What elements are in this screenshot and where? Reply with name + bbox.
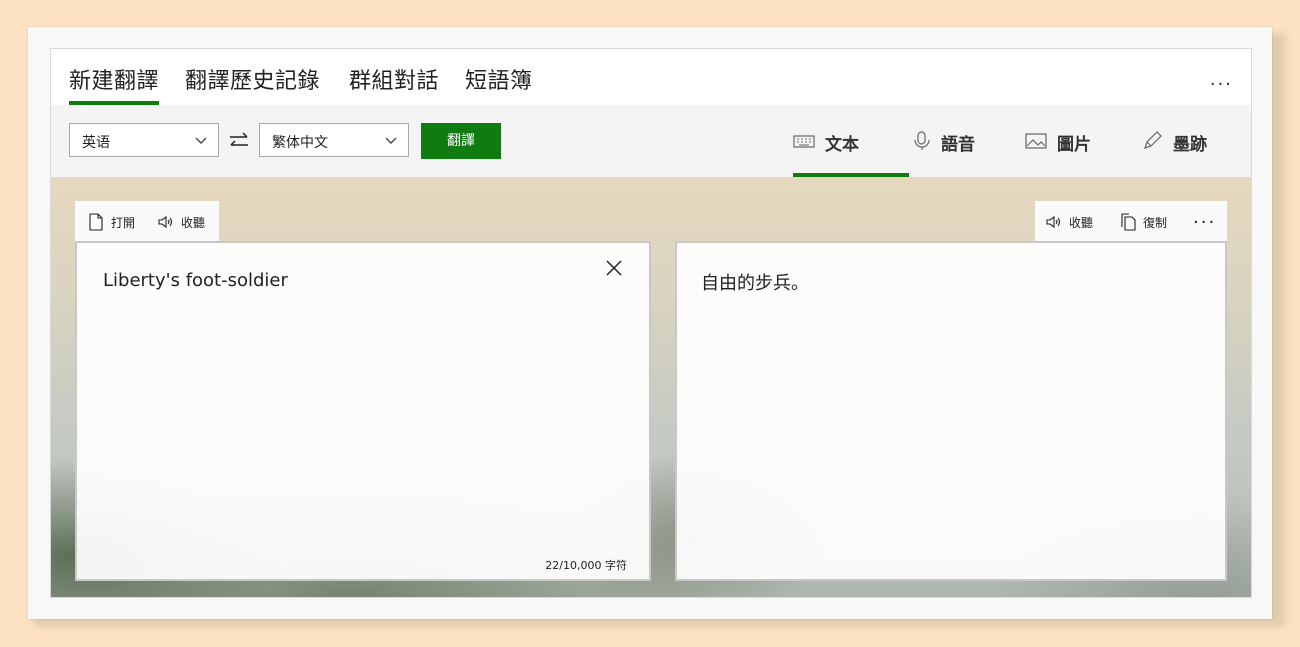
source-listen-button[interactable]: 收聽 <box>157 201 217 241</box>
source-listen-label: 收聽 <box>181 216 206 230</box>
character-count: 22/10,000 字符 <box>545 559 627 572</box>
top-nav: 新建翻譯 翻譯歷史記錄 群組對話 短語簿 ... <box>51 49 1251 105</box>
copy-icon <box>1121 213 1136 231</box>
toolbar: 英语 繁体中文 翻譯 文本 語音 圖片 墨跡 <box>51 105 1251 177</box>
open-file-button[interactable]: 打開 <box>87 201 147 241</box>
mode-text-label: 文本 <box>825 135 859 155</box>
source-text-input[interactable] <box>101 269 585 292</box>
mode-ink-label: 墨跡 <box>1173 135 1207 155</box>
microphone-icon <box>914 131 930 150</box>
chevron-down-icon <box>385 137 397 144</box>
mode-speech[interactable]: 語音 <box>911 105 1011 177</box>
speaker-icon <box>158 215 173 229</box>
translator-app: 新建翻譯 翻譯歷史記錄 群組對話 短語簿 ... 英语 繁体中文 翻譯 文本 語… <box>50 48 1252 598</box>
target-language-value: 繁体中文 <box>272 135 328 151</box>
tab-phrasebook[interactable]: 短語簿 <box>465 63 533 105</box>
source-text-panel: 22/10,000 字符 <box>75 241 651 581</box>
mode-text[interactable]: 文本 <box>793 105 909 177</box>
copy-button[interactable]: 復制 <box>1119 201 1179 241</box>
swap-languages-icon[interactable] <box>227 129 251 153</box>
tab-group-conversation[interactable]: 群組對話 <box>349 63 439 105</box>
file-icon <box>89 213 103 231</box>
source-language-value: 英语 <box>82 135 110 151</box>
target-panel-toolbar: 收聽 復制 ... <box>1035 201 1227 241</box>
image-icon <box>1025 133 1047 149</box>
mode-image[interactable]: 圖片 <box>1025 105 1125 177</box>
mode-speech-label: 語音 <box>941 135 975 155</box>
mode-ink[interactable]: 墨跡 <box>1141 105 1241 177</box>
translated-text: 自由的步兵。 <box>701 273 809 294</box>
mode-image-label: 圖片 <box>1057 135 1091 155</box>
tab-new-translation[interactable]: 新建翻譯 <box>69 63 160 105</box>
chevron-down-icon <box>195 137 207 144</box>
open-file-label: 打開 <box>111 216 136 230</box>
target-more-button[interactable]: ... <box>1193 207 1216 228</box>
speaker-icon <box>1046 215 1061 229</box>
target-listen-label: 收聽 <box>1069 216 1094 230</box>
pen-icon <box>1144 131 1162 149</box>
clear-text-icon[interactable] <box>605 259 623 277</box>
tab-translation-history[interactable]: 翻譯歷史記錄 <box>185 63 320 105</box>
source-panel-toolbar: 打開 收聽 <box>75 201 219 241</box>
target-text-panel: 自由的步兵。 <box>675 241 1227 581</box>
source-language-select[interactable]: 英语 <box>69 123 219 157</box>
target-listen-button[interactable]: 收聽 <box>1045 201 1105 241</box>
keyboard-icon <box>793 135 815 148</box>
translation-stage: 打開 收聽 收聽 復制 ... Liberty's foot-soldier 2… <box>51 177 1251 597</box>
copy-label: 復制 <box>1143 216 1168 230</box>
target-language-select[interactable]: 繁体中文 <box>259 123 409 157</box>
translate-button[interactable]: 翻譯 <box>421 123 501 159</box>
more-options-button[interactable]: ... <box>1210 69 1233 90</box>
